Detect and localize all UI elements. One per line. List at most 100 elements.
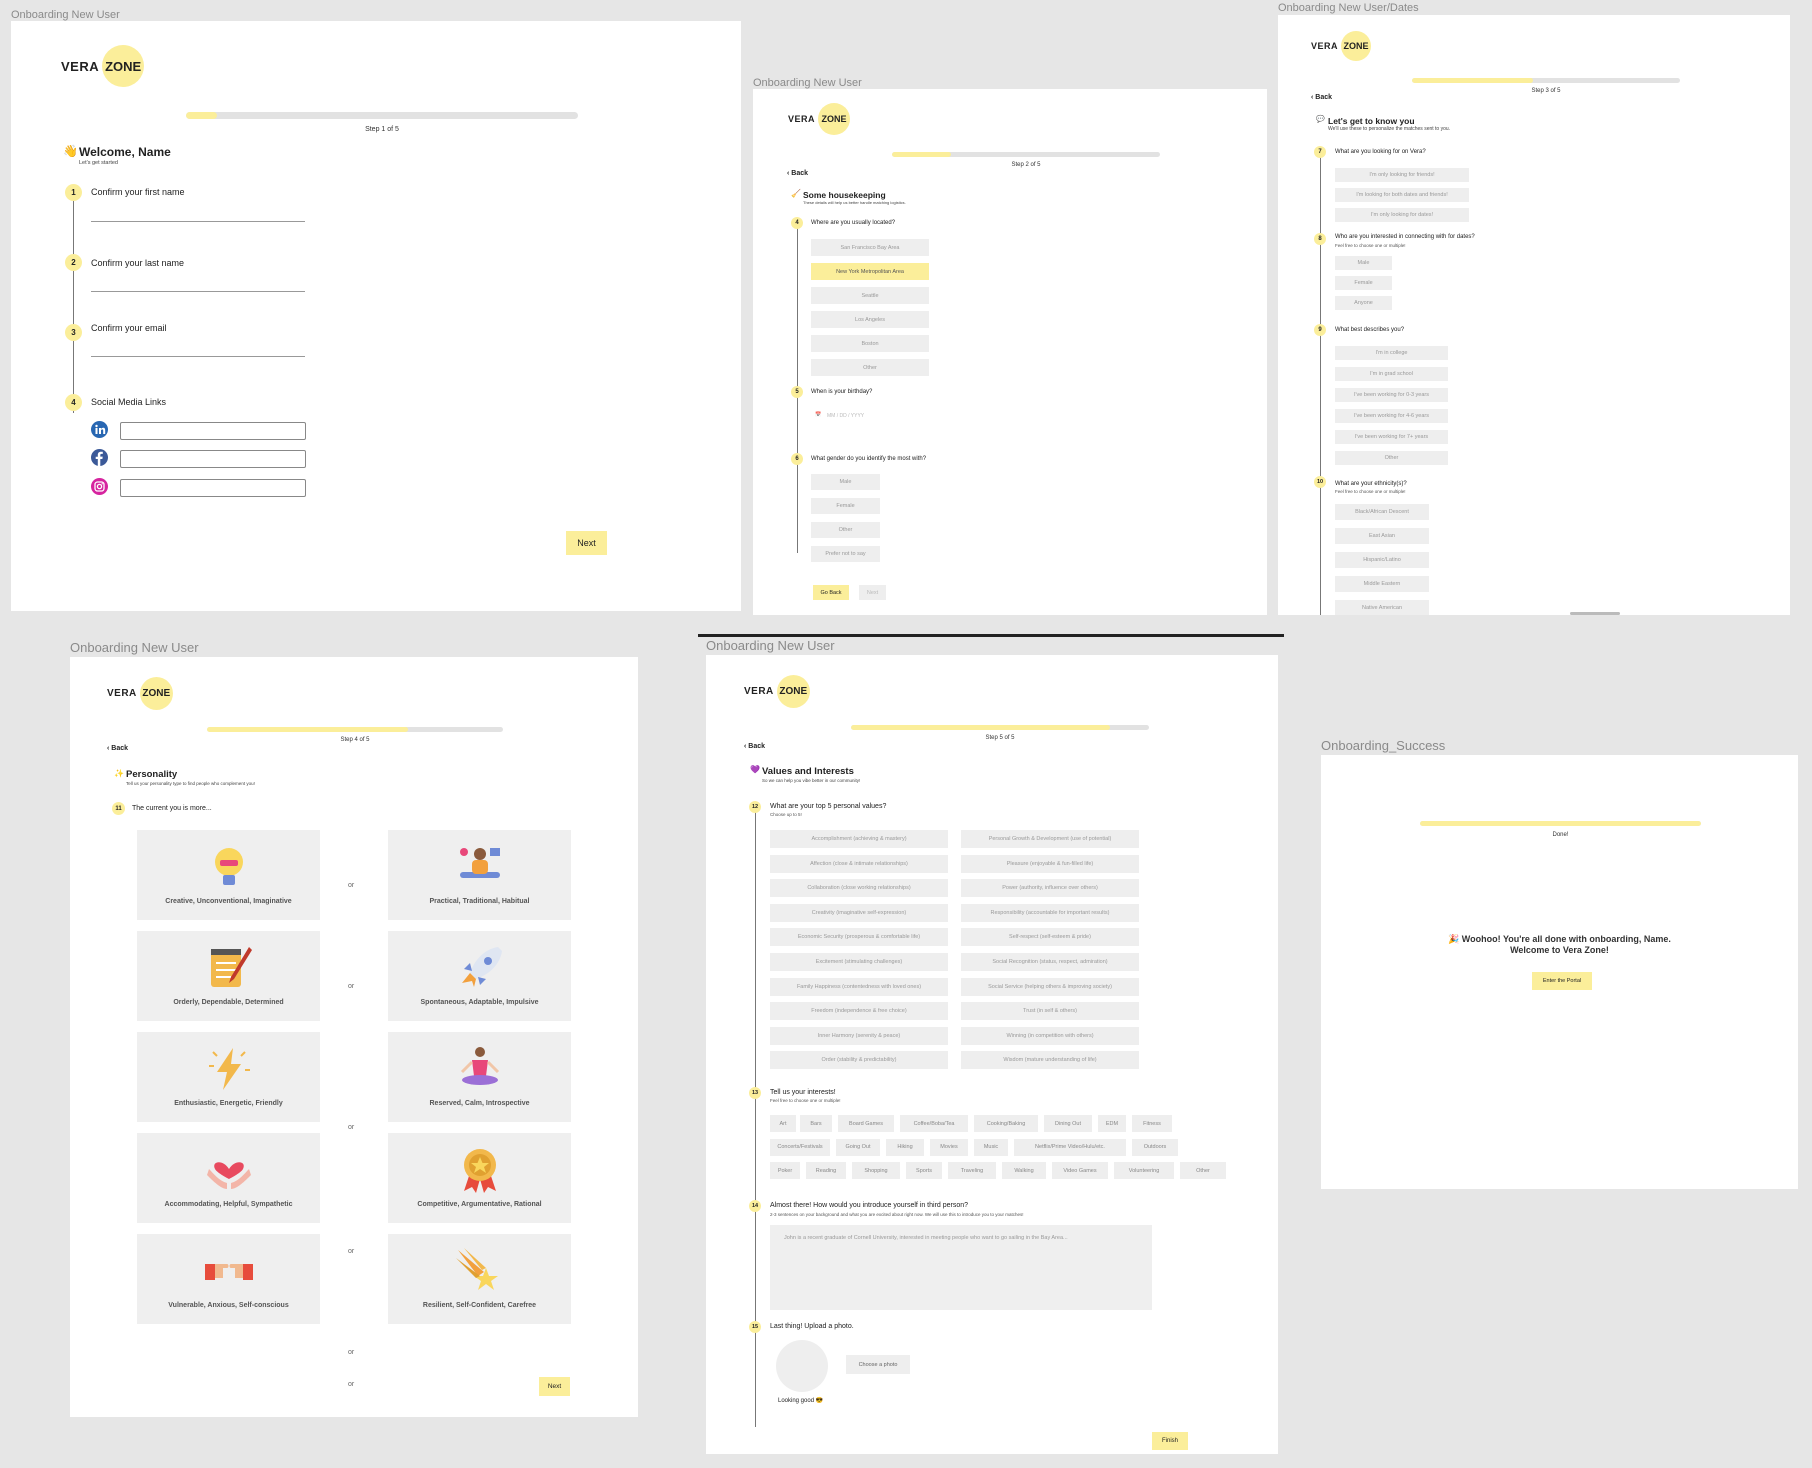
value-option[interactable]: Inner Harmony (serenity & peace) [770,1026,948,1045]
location-option[interactable]: Other [811,359,929,376]
interested-in-option[interactable]: Anyone [1335,296,1392,310]
gender-option[interactable]: Prefer not to say [811,546,880,562]
interest-chip[interactable]: Netflix/Prime Video/Hulu/etc. [1014,1138,1126,1156]
ethnicity-option[interactable]: Black/African Descent [1335,504,1429,520]
interest-chip[interactable]: Poker [770,1162,800,1179]
ethnicity-option[interactable]: East Asian [1335,528,1429,544]
facebook-input[interactable] [120,450,306,468]
describes-you-option[interactable]: I'm in grad school [1335,367,1448,381]
interest-chip[interactable]: Movies [930,1138,968,1156]
interest-chip[interactable]: Board Games [838,1115,894,1132]
value-option[interactable]: Creativity (imaginative self-expression) [770,903,948,922]
interested-in-option[interactable]: Male [1335,256,1392,270]
value-option[interactable]: Power (authority, influence over others) [961,879,1139,898]
gender-option[interactable]: Female [811,498,880,514]
interest-chip[interactable]: Art [770,1115,796,1132]
value-option[interactable]: Affection (close & intimate relationship… [770,854,948,873]
interest-chip[interactable]: Reading [806,1162,846,1179]
interest-chip[interactable]: Fitness [1132,1115,1172,1132]
value-option[interactable]: Accomplishment (achieving & mastery) [770,830,948,848]
last-name-input[interactable] [91,291,305,292]
personality-card-left[interactable]: Creative, Unconventional, Imaginative [137,830,320,920]
instagram-input[interactable] [120,479,306,497]
looking-for-option[interactable]: I'm only looking for dates! [1335,208,1469,222]
value-option[interactable]: Self-respect (self-esteem & pride) [961,928,1139,947]
value-option[interactable]: Trust (in self & others) [961,1002,1139,1021]
interest-chip[interactable]: Other [1180,1162,1226,1179]
interest-chip[interactable]: Walking [1002,1162,1046,1179]
intro-textarea[interactable]: John is a recent graduate of Cornell Uni… [770,1225,1152,1310]
next-button[interactable]: Next [859,585,886,600]
value-option[interactable]: Winning (in competition with others) [961,1026,1139,1045]
interest-chip[interactable]: Going Out [836,1138,880,1156]
looking-for-option[interactable]: I'm looking for both dates and friends! [1335,188,1469,202]
interest-chip[interactable]: Outdoors [1132,1138,1178,1156]
interest-chip[interactable]: Concerts/Festivals [770,1138,830,1156]
interest-chip[interactable]: EDM [1098,1115,1126,1132]
describes-you-option[interactable]: I'm in college [1335,346,1448,360]
interest-chip[interactable]: Volunteering [1114,1162,1174,1179]
interested-in-option[interactable]: Female [1335,276,1392,290]
value-option[interactable]: Collaboration (close working relationshi… [770,879,948,898]
back-link[interactable]: ‹ Back [787,170,808,177]
interest-chip[interactable]: Music [974,1138,1008,1156]
value-option[interactable]: Freedom (independence & free choice) [770,1002,948,1021]
interest-chip[interactable]: Cooking/Baking [974,1115,1038,1132]
next-button[interactable]: Next [539,1377,570,1396]
email-input[interactable] [91,356,305,357]
value-option[interactable]: Social Recognition (status, respect, adm… [961,953,1139,971]
personality-card-right[interactable]: Spontaneous, Adaptable, Impulsive [388,931,571,1021]
finish-button[interactable]: Finish [1152,1432,1188,1450]
value-option[interactable]: Order (stability & predictability) [770,1051,948,1070]
interest-chip[interactable]: Hiking [886,1138,924,1156]
personality-card-left[interactable]: Vulnerable, Anxious, Self-conscious [137,1234,320,1324]
value-option[interactable]: Personal Growth & Development (use of po… [961,830,1139,848]
value-option[interactable]: Excitement (stimulating challenges) [770,953,948,971]
birthday-input[interactable]: MM / DD / YYYY [827,413,864,419]
gender-option[interactable]: Other [811,522,880,538]
interest-chip[interactable]: Dining Out [1044,1115,1092,1132]
personality-card-left[interactable]: Accommodating, Helpful, Sympathetic [137,1133,320,1223]
location-option[interactable]: Los Angeles [811,311,929,328]
location-option[interactable]: Seattle [811,287,929,304]
back-link[interactable]: ‹ Back [744,743,765,750]
location-option[interactable]: San Francisco Bay Area [811,239,929,256]
go-back-button[interactable]: Go Back [813,585,849,600]
scrollbar[interactable] [1570,612,1620,615]
interest-chip[interactable]: Bars [800,1115,832,1132]
value-option[interactable]: Economic Security (prosperous & comforta… [770,928,948,947]
ethnicity-option[interactable]: Hispanic/Latino [1335,552,1429,568]
ethnicity-option[interactable]: Native American [1335,600,1429,615]
describes-you-option[interactable]: I've been working for 0-3 years [1335,388,1448,402]
value-option[interactable]: Family Happiness (contentedness with lov… [770,977,948,996]
value-option[interactable]: Social Service (helping others & improvi… [961,977,1139,996]
back-link[interactable]: ‹ Back [107,745,128,752]
value-option[interactable]: Wisdom (mature understanding of life) [961,1051,1139,1070]
personality-card-right[interactable]: Competitive, Argumentative, Rational [388,1133,571,1223]
interest-chip[interactable]: Coffee/Boba/Tea [900,1115,968,1132]
interest-chip[interactable]: Traveling [948,1162,996,1179]
linkedin-input[interactable] [120,422,306,440]
personality-card-left[interactable]: Orderly, Dependable, Determined [137,931,320,1021]
gender-option[interactable]: Male [811,474,880,490]
interest-chip[interactable]: Shopping [852,1162,900,1179]
location-option[interactable]: New York Metropolitan Area [811,263,929,280]
ethnicity-option[interactable]: Middle Eastern [1335,576,1429,592]
describes-you-option[interactable]: I've been working for 4-6 years [1335,409,1448,423]
describes-you-option[interactable]: I've been working for 7+ years [1335,430,1448,444]
describes-you-option[interactable]: Other [1335,451,1448,465]
next-button[interactable]: Next [566,531,607,555]
personality-card-left[interactable]: Enthusiastic, Energetic, Friendly [137,1032,320,1122]
location-option[interactable]: Boston [811,335,929,352]
value-option[interactable]: Responsibility (accountable for importan… [961,903,1139,922]
personality-card-right[interactable]: Resilient, Self-Confident, Carefree [388,1234,571,1324]
personality-card-right[interactable]: Practical, Traditional, Habitual [388,830,571,920]
back-link[interactable]: ‹ Back [1311,94,1332,101]
choose-photo-button[interactable]: Choose a photo [846,1355,910,1374]
personality-card-right[interactable]: Reserved, Calm, Introspective [388,1032,571,1122]
value-option[interactable]: Pleasure (enjoyable & fun-filled life) [961,854,1139,873]
enter-portal-button[interactable]: Enter the Portal [1532,972,1592,990]
interest-chip[interactable]: Video Games [1052,1162,1108,1179]
looking-for-option[interactable]: I'm only looking for friends! [1335,168,1469,182]
first-name-input[interactable] [91,221,305,222]
